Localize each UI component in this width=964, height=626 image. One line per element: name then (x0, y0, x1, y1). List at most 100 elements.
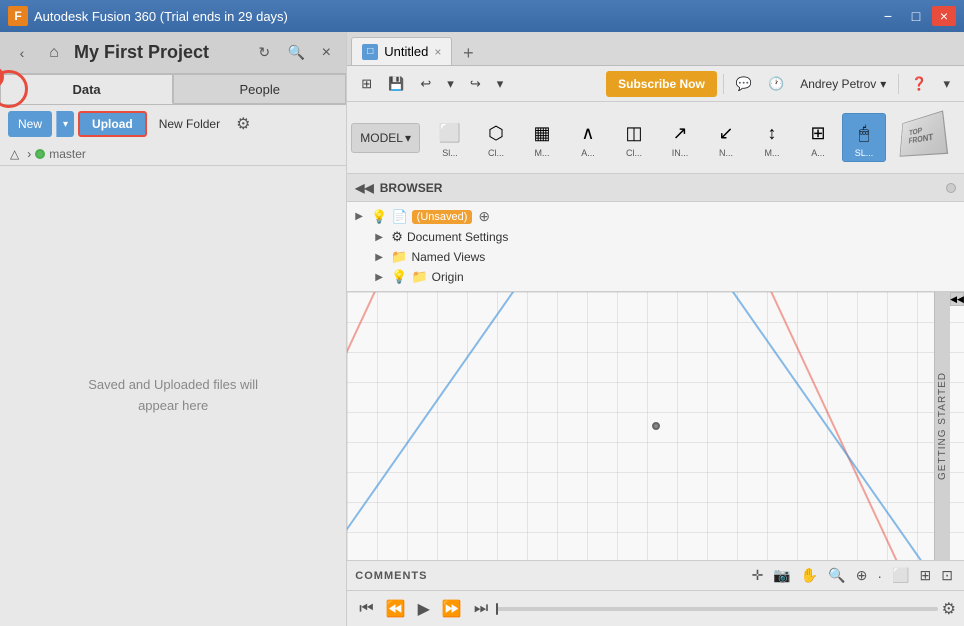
empty-msg-line2: appear here (138, 396, 208, 417)
tool-make-label: N... (719, 149, 733, 158)
upload-button[interactable]: Upload (78, 111, 147, 137)
grid-view-button[interactable]: ⊞ (355, 71, 378, 97)
chat-button[interactable]: 💬 (730, 71, 758, 97)
browser-collapse-button[interactable]: ◀◀ (355, 181, 373, 195)
tool-construct[interactable]: ∧ A... (566, 113, 610, 162)
tool-group-1: ⬜ Sl... ⬡ Cl... ▦ M... ∧ A... ◫ Cl... (428, 113, 886, 162)
right-toolbar: ⊞ 💾 ↩ ▾ ↪ ▾ Subscribe Now 💬 🕐 Andrey Pet… (347, 66, 964, 102)
doc-tab-close-button[interactable]: × (434, 45, 441, 59)
tool-select[interactable]: ⊞ A... (796, 113, 840, 162)
app-title: Autodesk Fusion 360 (Trial ends in 29 da… (34, 9, 288, 24)
unsaved-badge: (Unsaved) (412, 210, 473, 224)
tree-arrow-root: ▶ (355, 211, 367, 222)
nav-back-button[interactable]: ‹ (10, 41, 34, 65)
history-button[interactable]: 🕐 (762, 71, 790, 97)
getting-started-panel[interactable]: GETTING STARTED (934, 292, 950, 560)
next-frame-button[interactable]: ⏩ (438, 599, 466, 619)
new-folder-button[interactable]: New Folder (151, 111, 228, 137)
timeline-bar[interactable] (496, 607, 937, 611)
new-button[interactable]: New (8, 111, 52, 137)
undo-button[interactable]: ↩ (414, 71, 437, 97)
tree-label-settings: Document Settings (407, 230, 508, 244)
tree-label-namedviews: Named Views (411, 250, 485, 264)
prev-frame-button[interactable]: ⏪ (382, 599, 410, 619)
branch-name: master (49, 147, 86, 161)
new-dropdown-button[interactable]: ▾ (56, 111, 74, 137)
tool-assemble-icon: ▦ (526, 117, 558, 149)
skip-start-button[interactable]: ⏮ (355, 600, 377, 618)
snap-button[interactable]: ⊡ (938, 567, 956, 584)
subscribe-button[interactable]: Subscribe Now (606, 71, 717, 97)
add-tab-button[interactable]: + (456, 41, 480, 65)
minimize-button[interactable]: − (876, 6, 900, 26)
help-button[interactable]: ❓ (905, 71, 933, 97)
refresh-button[interactable]: ↻ (252, 41, 276, 65)
right-panel: □ Untitled × + ⊞ 💾 ↩ ▾ ↪ ▾ Subscribe Now… (347, 32, 964, 626)
zoom-button[interactable]: 🔍 (825, 567, 848, 584)
tab-data[interactable]: Data (0, 74, 173, 104)
tree-arrow-namedviews: ▶ (375, 252, 387, 263)
tool-assemble-label: M... (535, 149, 550, 158)
tree-icon-doc: 📄 (391, 209, 407, 225)
tool-create-icon: ⬜ (434, 117, 466, 149)
close-panel-button[interactable]: × (316, 43, 336, 63)
user-menu-button[interactable]: Andrey Petrov ▾ (794, 77, 892, 91)
viewport[interactable]: GETTING STARTED ◀◀ (347, 292, 964, 560)
branch-dot (35, 149, 45, 159)
branch-indicator: master (35, 147, 86, 161)
play-button[interactable]: ▶ (414, 599, 434, 619)
timeline-settings-button[interactable]: ⚙ (942, 599, 956, 619)
title-bar: F Autodesk Fusion 360 (Trial ends in 29 … (0, 0, 964, 32)
empty-state: Saved and Uploaded files will appear her… (0, 166, 346, 626)
tool-inspect[interactable]: ◫ Cl... (612, 113, 656, 162)
undo-dropdown[interactable]: ▾ (441, 71, 460, 97)
skip-end-button[interactable]: ⏭ (470, 600, 492, 618)
pan-button[interactable]: ✋ (798, 567, 821, 584)
tool-addins[interactable]: ↕ M... (750, 113, 794, 162)
tool-modify[interactable]: ⬡ Cl... (474, 113, 518, 162)
tool-insert[interactable]: ↗ IN... (658, 113, 702, 162)
camera-button[interactable]: 📷 (770, 567, 793, 584)
redo-button[interactable]: ↪ (464, 71, 487, 97)
help-dropdown[interactable]: ▾ (937, 71, 956, 97)
tree-label-origin: Origin (432, 270, 464, 284)
search-button[interactable]: 🔍 (284, 41, 308, 65)
model-selector[interactable]: MODEL ▾ (351, 123, 420, 153)
tool-construct-icon: ∧ (572, 117, 604, 149)
tool-addins-label: M... (765, 149, 780, 158)
move-tool-button[interactable]: ✛ (749, 567, 767, 584)
doc-tab-untitled[interactable]: □ Untitled × (351, 37, 452, 65)
tool-modify-label: Cl... (488, 149, 504, 158)
scroll-up-button[interactable]: ◀◀ (950, 292, 964, 306)
tree-item-settings[interactable]: ▶ ⚙ Document Settings (347, 227, 964, 247)
settings-button[interactable]: ⚙ (232, 112, 254, 136)
tree-item-root[interactable]: ▶ 💡 📄 (Unsaved) ⊕ (347, 206, 964, 227)
tool-inspect-icon: ◫ (618, 117, 650, 149)
close-button[interactable]: × (932, 6, 956, 26)
tool-active-icon: 🖱 (848, 117, 880, 149)
home-button[interactable]: ⌂ (42, 41, 66, 65)
tool-active[interactable]: 🖱 SL... (842, 113, 886, 162)
grid-button[interactable]: ⊞ (917, 567, 935, 584)
tree-icon-origin: 💡 (391, 269, 407, 285)
viewcube[interactable]: TOPFRONT (890, 105, 960, 170)
tool-assemble[interactable]: ▦ M... (520, 113, 564, 162)
project-title: My First Project (74, 42, 244, 63)
model-selector-arrow: ▾ (405, 131, 411, 145)
zoom-extent-button[interactable]: ⊕ (853, 567, 871, 584)
save-button[interactable]: 💾 (382, 71, 410, 97)
tree-item-origin[interactable]: ▶ 💡 📁 Origin (347, 267, 964, 287)
tree-arrow-origin: ▶ (375, 272, 387, 283)
tree-add-button[interactable]: ⊕ (478, 208, 490, 225)
tool-make[interactable]: ↙ N... (704, 113, 748, 162)
left-header: ‹ ⌂ My First Project ↻ 🔍 × (0, 32, 346, 74)
redo-dropdown[interactable]: ▾ (491, 71, 510, 97)
tool-select-label: A... (811, 149, 825, 158)
display-mode-button[interactable]: ⬜ (889, 567, 912, 584)
tree-item-namedviews[interactable]: ▶ 📁 Named Views (347, 247, 964, 267)
tool-create[interactable]: ⬜ Sl... (428, 113, 472, 162)
tab-people[interactable]: People (173, 74, 346, 104)
viewcube-box: TOPFRONT (900, 110, 949, 156)
maximize-button[interactable]: □ (904, 6, 928, 26)
doc-tab-icon: □ (362, 44, 378, 60)
